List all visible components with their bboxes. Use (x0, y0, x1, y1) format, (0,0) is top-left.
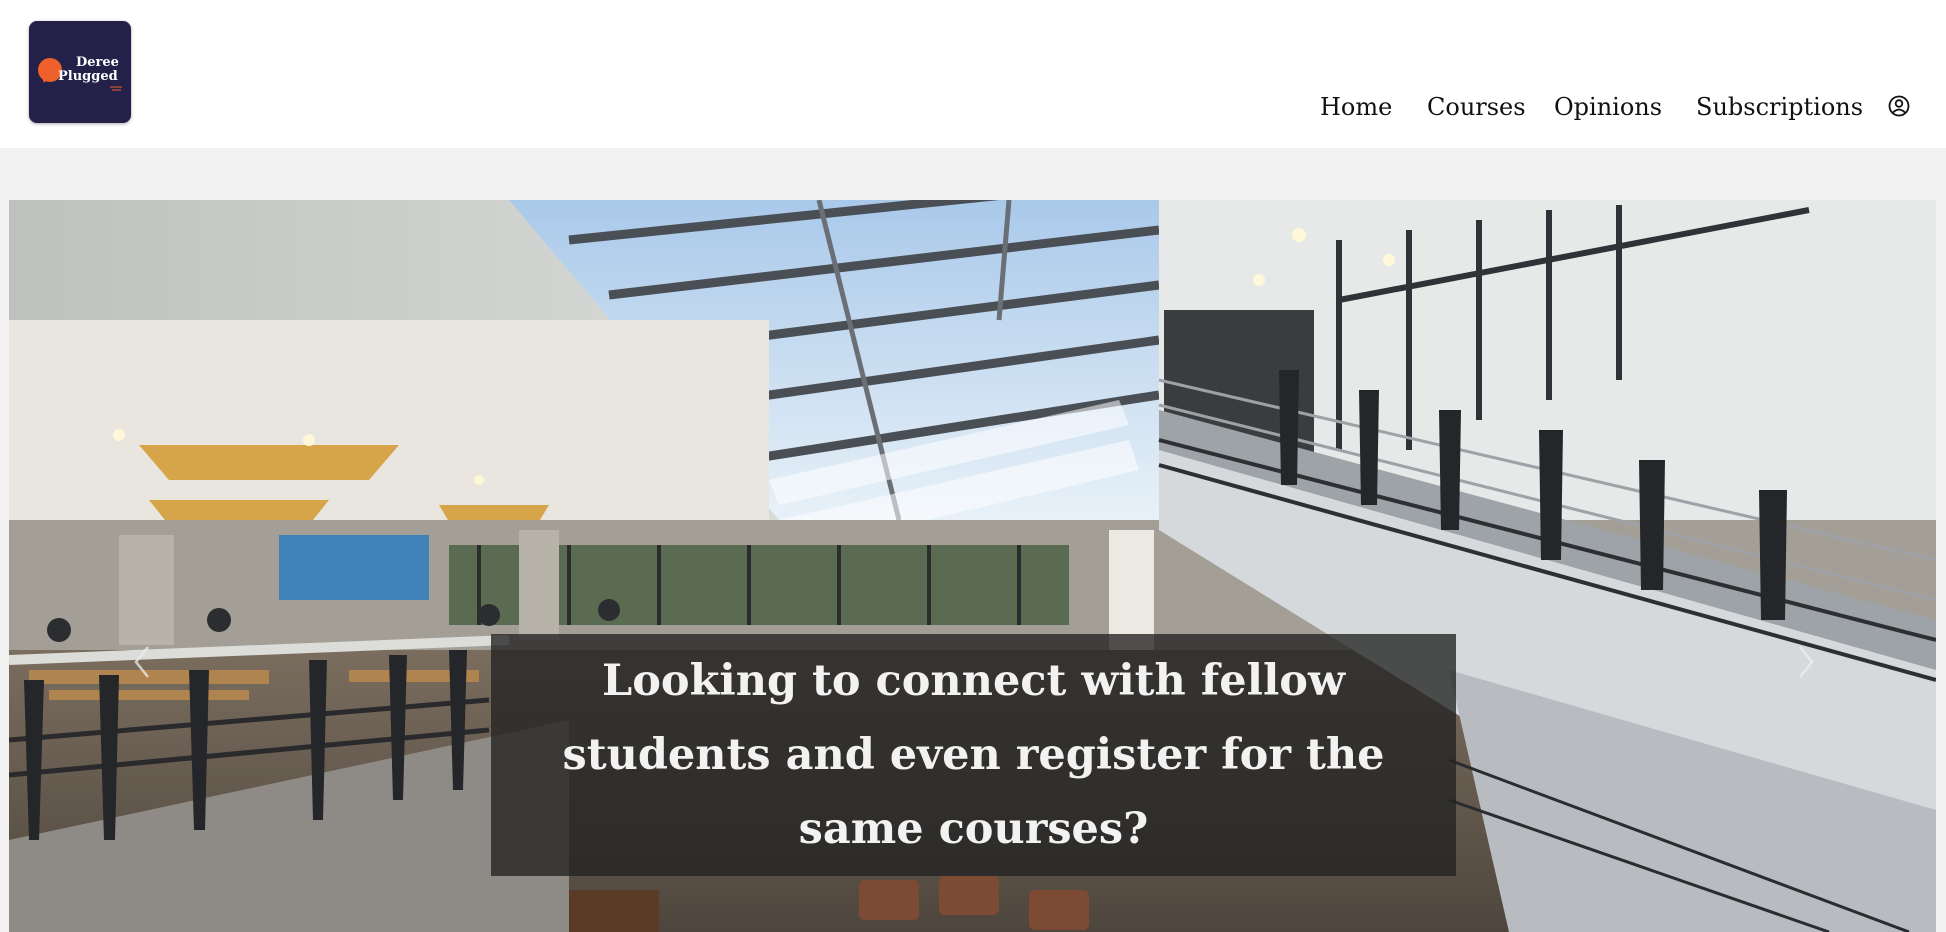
nav-subscriptions[interactable]: Subscriptions (1696, 93, 1863, 121)
logo-text-line1: Deree (76, 55, 119, 70)
chevron-left-icon[interactable] (126, 637, 160, 687)
nav-courses[interactable]: Courses (1427, 93, 1526, 121)
site-logo[interactable]: Deree Plugged (29, 21, 131, 123)
hero-carousel: Looking to connect with fellow students … (9, 200, 1936, 932)
logo-text-line2: Plugged (58, 69, 118, 84)
hero-caption: Looking to connect with fellow students … (491, 634, 1456, 876)
nav-opinions[interactable]: Opinions (1554, 93, 1662, 121)
hero-caption-text: Looking to connect with fellow students … (562, 656, 1385, 854)
site-header: Deree Plugged Home Courses Opinions Subs… (0, 0, 1946, 148)
chevron-right-icon[interactable] (1788, 637, 1822, 687)
nav-home[interactable]: Home (1320, 93, 1392, 121)
user-circle-icon[interactable] (1888, 95, 1910, 117)
logo-tagline-mark (110, 86, 122, 91)
